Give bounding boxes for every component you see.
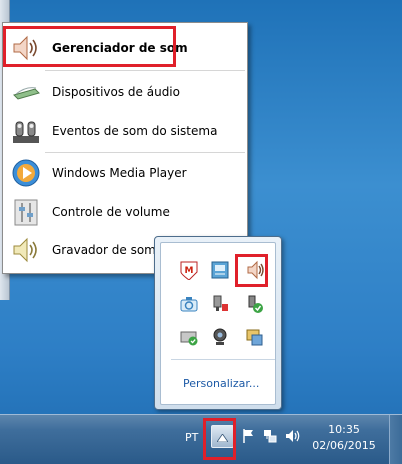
audio-devices-icon — [9, 75, 43, 109]
volume-control-icon — [9, 195, 43, 229]
highlight-tray-speaker — [235, 254, 268, 287]
menu-item-windows-media-player[interactable]: Windows Media Player — [3, 154, 247, 192]
mcafee-icon[interactable]: M — [177, 258, 201, 282]
svg-text:M: M — [185, 266, 194, 276]
devices-icon[interactable] — [242, 325, 266, 349]
show-desktop-button[interactable] — [389, 415, 402, 464]
highlight-sound-manager — [3, 26, 176, 67]
menu-item-label: Dispositivos de áudio — [52, 85, 180, 99]
highlight-show-hidden-icons — [203, 418, 236, 460]
menu-item-system-sound-events[interactable]: Eventos de som do sistema — [3, 112, 247, 150]
usb-safe-remove-icon[interactable] — [208, 292, 232, 316]
menu-divider — [45, 70, 245, 71]
menu-item-audio-devices[interactable]: Dispositivos de áudio — [3, 73, 247, 111]
taskbar: PT 10:35 02/06/2015 — [0, 414, 402, 464]
system-clock[interactable]: 10:35 02/06/2015 — [312, 422, 376, 454]
webcam-icon[interactable] — [208, 325, 232, 349]
network-manager-icon[interactable] — [208, 258, 232, 282]
menu-item-label: Controle de volume — [52, 205, 170, 219]
tray-divider — [171, 359, 275, 360]
network-icon[interactable] — [261, 427, 279, 445]
menu-item-label: Eventos de som do sistema — [52, 124, 218, 138]
volume-icon[interactable] — [284, 427, 302, 445]
menu-divider — [45, 152, 245, 153]
menu-item-volume-control[interactable]: Controle de volume — [3, 193, 247, 231]
clock-date: 02/06/2015 — [312, 439, 376, 452]
menu-item-label: Windows Media Player — [52, 166, 187, 180]
action-center-flag-icon[interactable] — [240, 427, 258, 445]
network-check-icon[interactable] — [177, 325, 201, 349]
clock-time: 10:35 — [328, 423, 360, 436]
menu-item-label: Gravador de som — [52, 243, 156, 257]
media-player-icon — [9, 156, 43, 190]
customize-link[interactable]: Personalizar... — [183, 377, 259, 390]
sound-recorder-icon — [9, 233, 43, 267]
sound-events-icon — [9, 114, 43, 148]
language-indicator[interactable]: PT — [185, 431, 198, 444]
camera-icon[interactable] — [177, 292, 201, 316]
power-plug-icon[interactable] — [242, 292, 266, 316]
